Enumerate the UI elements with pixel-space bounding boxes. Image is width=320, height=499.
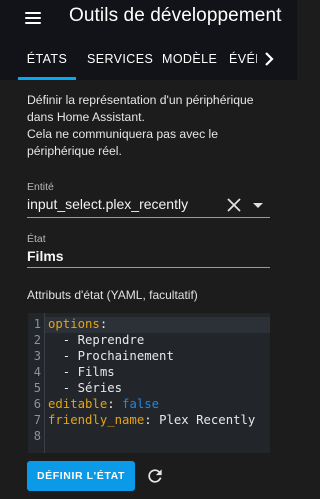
yaml-editor[interactable]: 1 2 3 4 5 6 7 8 options: - Reprendre - P…: [28, 313, 270, 453]
tab-states[interactable]: ÉTATS: [18, 38, 76, 80]
yaml-separator: :: [107, 397, 123, 411]
code-line: - Reprendre: [48, 333, 144, 347]
code-line: - Films: [48, 365, 115, 379]
yaml-value: - Séries: [48, 381, 123, 395]
line-number: 8: [33, 429, 41, 443]
yaml-key: options: [48, 317, 100, 331]
entity-input[interactable]: input_select.plex_recently: [27, 196, 188, 212]
line-number: 1: [33, 317, 41, 331]
yaml-value: - Prochainement: [48, 349, 174, 363]
state-input[interactable]: Films: [27, 248, 64, 264]
tab-template[interactable]: MODÈLE: [162, 38, 217, 80]
yaml-key: editable: [48, 397, 108, 411]
line-number: 4: [33, 365, 41, 379]
state-underline: [27, 267, 270, 268]
refresh-icon[interactable]: [145, 466, 165, 486]
app-header: Outils de développement ÉTATS SERVICES M…: [0, 0, 297, 80]
yaml-key: friendly_name: [48, 413, 145, 427]
line-number: 3: [33, 349, 41, 363]
yaml-value: - Films: [48, 365, 115, 379]
line-number: 7: [33, 413, 41, 427]
state-label: État: [27, 233, 46, 245]
line-number: 2: [33, 333, 41, 347]
line-gutter: 1 2 3 4 5 6 7 8: [28, 313, 45, 453]
code-line: - Séries: [48, 381, 122, 395]
yaml-value: - Reprendre: [48, 333, 145, 347]
description-line-1: Définir la représentation d'un périphéri…: [27, 93, 254, 124]
menu-icon[interactable]: [22, 9, 44, 27]
code-line: friendly_name: Plex Recently: [48, 413, 255, 427]
yaml-value: Plex Recently: [159, 413, 256, 427]
entity-underline: [27, 217, 270, 218]
set-state-button[interactable]: DÉFINIR L'ÉTAT: [27, 461, 135, 491]
entity-label: Entité: [27, 181, 54, 193]
yaml-value: false: [122, 397, 160, 411]
active-tab-indicator: [18, 77, 76, 80]
description-line-2: Cela ne communiquera pas avec le périphé…: [27, 127, 219, 158]
code-line: - Prochainement: [48, 349, 174, 363]
chevron-down-icon[interactable]: [251, 199, 265, 211]
yaml-separator: :: [144, 413, 160, 427]
app-root: Outils de développement ÉTATS SERVICES M…: [0, 0, 297, 499]
code-line: options:: [48, 317, 107, 331]
chevron-right-icon[interactable]: [260, 50, 278, 68]
line-number: 6: [33, 397, 41, 411]
tab-bar: ÉTATS SERVICES MODÈLE ÉVÉNEMENTS: [0, 38, 297, 80]
yaml-separator: :: [99, 317, 108, 331]
code-line: editable: false: [48, 397, 159, 411]
close-icon[interactable]: [226, 197, 242, 213]
page-title: Outils de développement: [69, 5, 282, 26]
attributes-label: Attributs d'état (YAML, facultatif): [27, 288, 198, 302]
line-number: 5: [33, 381, 41, 395]
description: Définir la représentation d'un périphéri…: [27, 92, 282, 160]
tab-services[interactable]: SERVICES: [87, 38, 153, 80]
tab-events[interactable]: ÉVÉNEMENTS: [229, 38, 257, 80]
